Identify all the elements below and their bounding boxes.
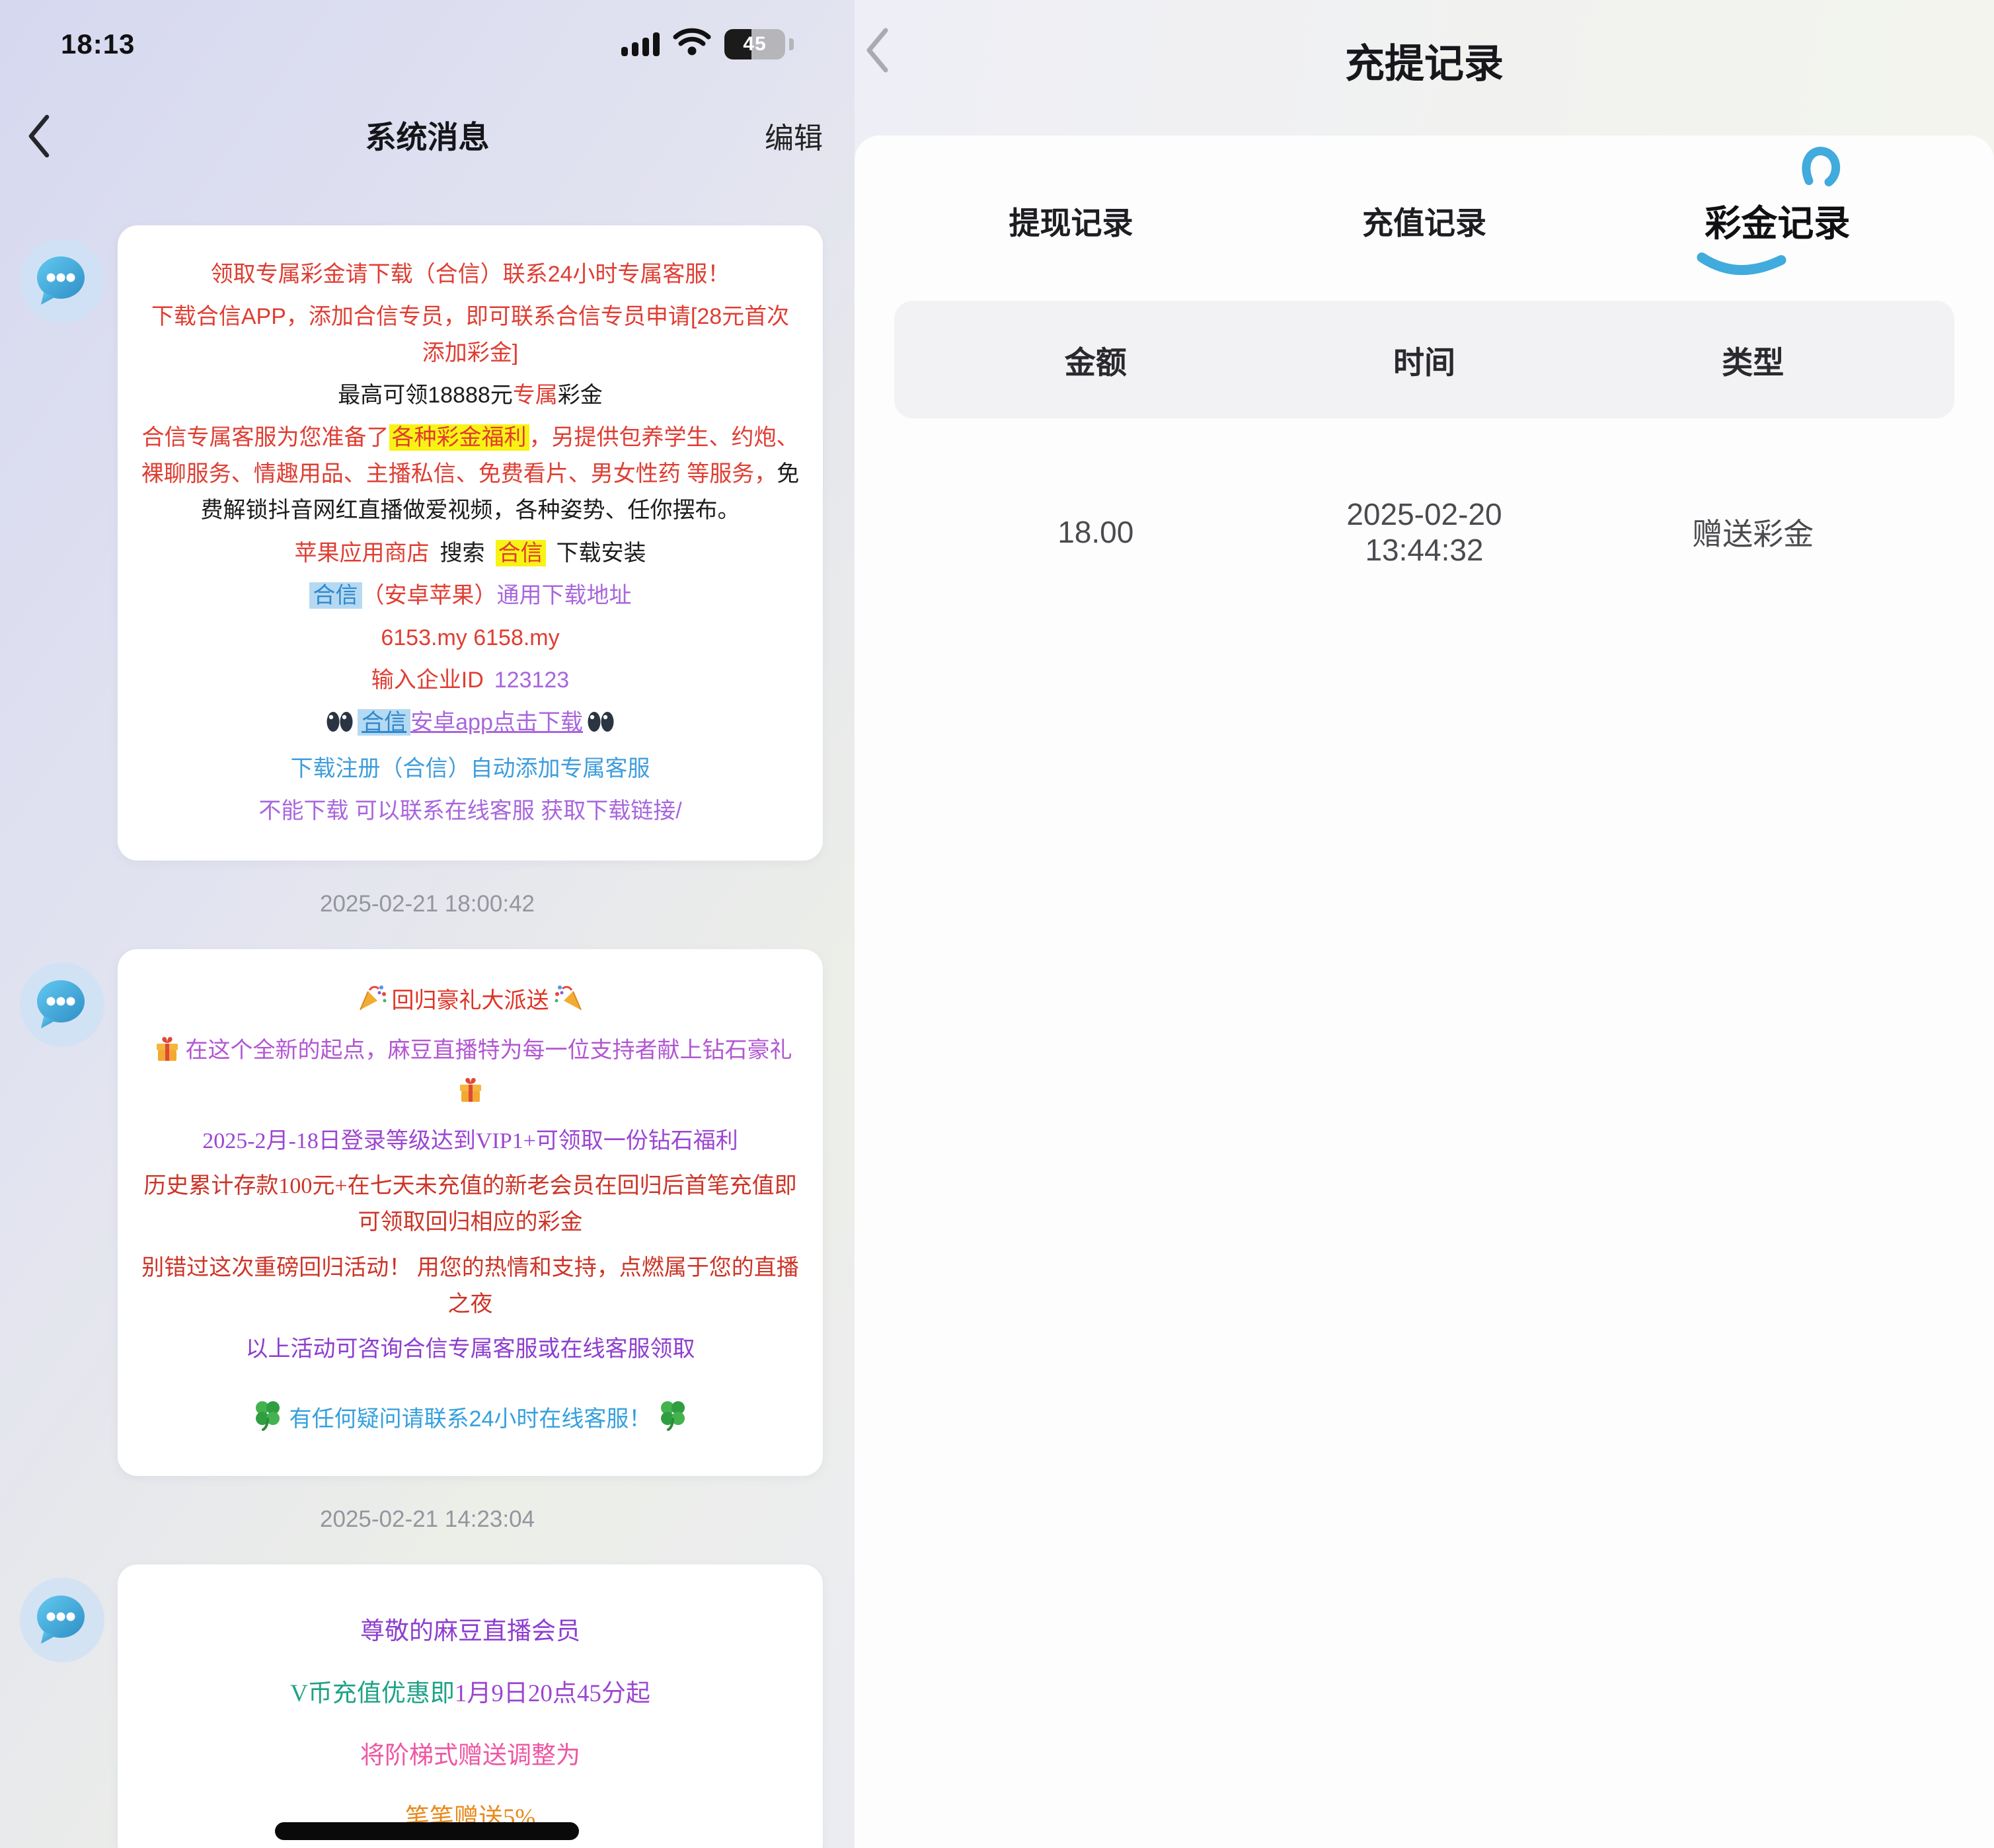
message-line: 将阶梯式赠送调整为 (140, 1736, 800, 1776)
cell-amount: 18.00 (894, 514, 1297, 550)
message-line: 合信（安卓苹果）通用下载地址 (140, 578, 800, 614)
clover-icon (251, 1411, 284, 1436)
table-row: 18.00 2025-02-20 13:44:32 赠送彩金 (894, 496, 1954, 568)
message-line: 下载合信APP，添加合信专员，即可联系合信专员申请[28元首次添加彩金] (140, 299, 800, 371)
message-line: 领取专属彩金请下载（合信）联系24小时专属客服！ (140, 256, 800, 293)
col-header-type: 类型 (1551, 337, 1954, 383)
battery-icon: 45 (724, 29, 785, 59)
system-messages-screen: 18:13 45 (0, 0, 855, 1848)
message-line: 苹果应用商店搜索合信下载安装 (140, 535, 800, 572)
wifi-icon (673, 28, 711, 60)
message-timestamp: 2025-02-21 14:23:04 (0, 1506, 855, 1533)
status-time: 18:13 (61, 28, 135, 60)
page-title: 系统消息 (0, 112, 855, 157)
hexin-token[interactable]: 合信 (309, 582, 362, 609)
tab-recharge-records[interactable]: 充值记录 (1287, 198, 1561, 243)
party-popper-icon (358, 993, 387, 1018)
status-bar: 18:13 45 (0, 0, 855, 60)
chat-bubble-avatar-icon (19, 1576, 106, 1667)
message-row: 领取专属彩金请下载（合信）联系24小时专属客服！ 下载合信APP，添加合信专员，… (19, 225, 823, 861)
chat-bubble-avatar-icon (19, 237, 106, 328)
eyes-icon (586, 714, 616, 739)
message-line: 尊敬的麻豆直播会员 (140, 1612, 800, 1652)
download-domains: 6153.my 6158.my (140, 620, 800, 656)
col-header-amount: 金额 (894, 337, 1297, 383)
party-popper-icon (555, 993, 584, 1018)
message-line: 输入企业ID123123 (140, 662, 800, 699)
signal-icon (621, 32, 660, 56)
message-line: 以上活动可咨询合信专属客服或在线客服领取 (140, 1331, 800, 1367)
right-nav-bar: 充提记录 (855, 0, 1994, 135)
message-line: 不能下载 可以联系在线客服 获取下载链接/ (140, 793, 800, 829)
record-tabs: 提现记录 充值记录 彩金记录 (855, 194, 1994, 247)
message-timestamp: 2025-02-21 18:00:42 (0, 891, 855, 917)
message-line: 在这个全新的起点，麻豆直播特为每一位支持者献上钻石豪礼 (140, 1032, 800, 1114)
home-indicator[interactable] (275, 1822, 579, 1840)
left-nav-bar: 系统消息 编辑 (0, 112, 855, 165)
message-line: V币充值优惠即1月9日20点45分起 (140, 1674, 800, 1714)
eyes-icon (325, 714, 355, 739)
edit-button[interactable]: 编辑 (765, 114, 823, 157)
gift-icon (154, 1042, 180, 1067)
tab-withdraw-records[interactable]: 提现记录 (855, 198, 1287, 243)
message-card: 尊敬的麻豆直播会员 V币充值优惠即1月9日20点45分起 将阶梯式赠送调整为 笔… (118, 1564, 823, 1848)
message-line: 历史累计存款100元+在七天未充值的新老会员在回归后首笔充值即可领取回归相应的彩… (140, 1168, 800, 1241)
message-card: 领取专属彩金请下载（合信）联系24小时专属客服！ 下载合信APP，添加合信专员，… (118, 225, 823, 861)
records-panel: 提现记录 充值记录 彩金记录 金额 时间 类型 (855, 135, 1994, 1848)
message-line: 2025-2月-18日登录等级达到VIP1+可领取一份钻石福利 (140, 1123, 800, 1159)
chat-bubble-avatar-icon (19, 961, 106, 1052)
battery-nub (789, 38, 794, 50)
promo-title: 回归豪礼大派送 (140, 983, 800, 1024)
message-line: 合信专属客服为您准备了各种彩金福利，另提供包养学生、约炮、裸聊服务、情趣用品、主… (140, 420, 800, 529)
message-card: 回归豪礼大派送 在这个全新的起点，麻豆直播特为每一位支持者献上钻石豪礼 2025… (118, 949, 823, 1476)
col-header-time: 时间 (1297, 337, 1552, 383)
message-line: 最高可领18888元专属彩金 (140, 377, 800, 414)
battery-percent: 45 (743, 33, 766, 56)
cell-type: 赠送彩金 (1551, 510, 1954, 554)
message-line: 别错过这次重磅回归活动！ 用您的热情和支持，点燃属于您的直播之夜 (140, 1250, 800, 1323)
records-screen: 充提记录 提现记录 充值记录 彩金记录 金额 时间 (855, 0, 1994, 1848)
message-line: 下载注册（合信）自动添加专属客服 (140, 751, 800, 787)
clover-icon (656, 1411, 689, 1436)
gift-icon (457, 1083, 484, 1108)
message-row: 回归豪礼大派送 在这个全新的起点，麻豆直播特为每一位支持者献上钻石豪礼 2025… (19, 949, 823, 1476)
table-header: 金额 时间 类型 (894, 301, 1954, 418)
tab-bonus-records[interactable]: 彩金记录 (1561, 194, 1994, 247)
support-line: 有任何疑问请联系24小时在线客服！ (140, 1398, 800, 1442)
page: 18:13 45 (0, 0, 1994, 1848)
message-row: 尊敬的麻豆直播会员 V币充值优惠即1月9日20点45分起 将阶梯式赠送调整为 笔… (19, 1564, 823, 1848)
cell-time: 2025-02-20 13:44:32 (1297, 496, 1552, 568)
download-link[interactable]: 合信安卓app点击下载 (140, 705, 800, 745)
page-title: 充提记录 (855, 32, 1994, 89)
